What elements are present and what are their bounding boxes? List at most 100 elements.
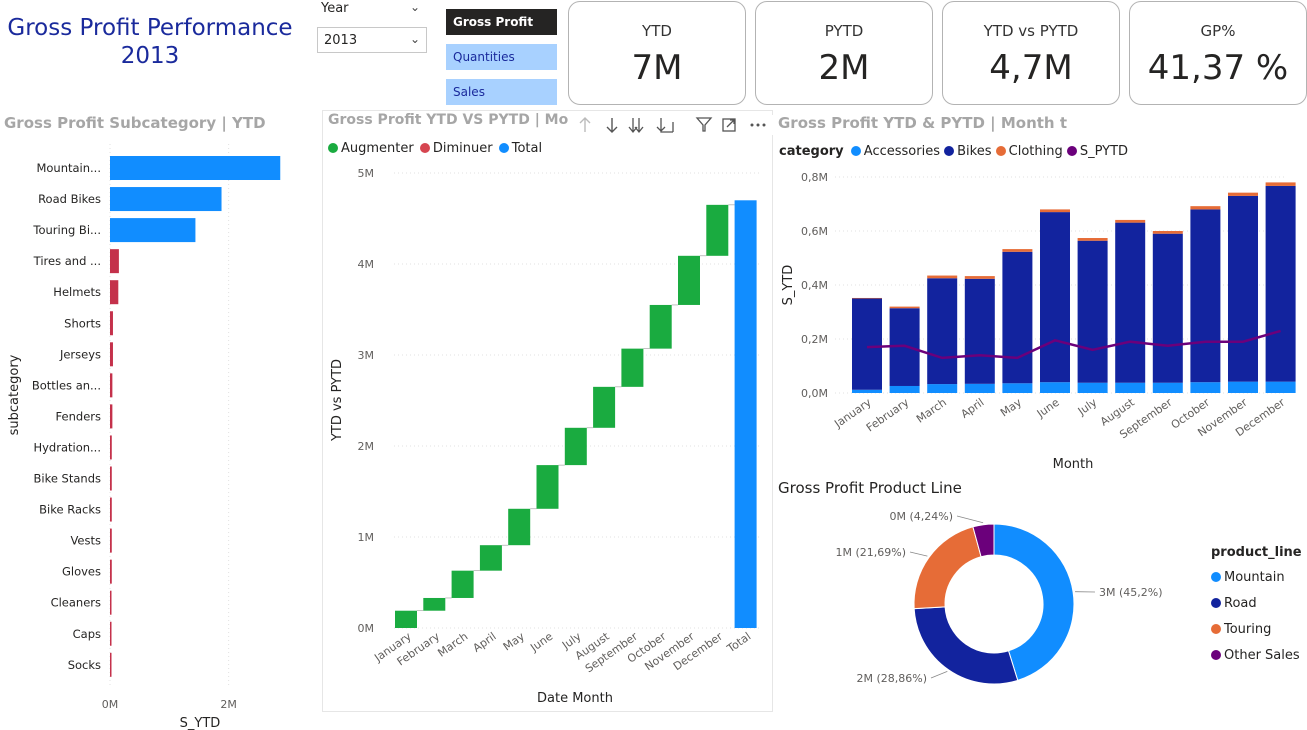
- stacked-segment[interactable]: [852, 389, 882, 393]
- stacked-segment[interactable]: [1228, 381, 1258, 393]
- bar[interactable]: [110, 528, 112, 553]
- legend-item-other-sales[interactable]: Other Sales: [1211, 643, 1302, 669]
- stacked-segment[interactable]: [1040, 209, 1070, 213]
- slicer-collapse-chevron-icon[interactable]: ⌄: [410, 0, 420, 14]
- stacked-segment[interactable]: [927, 278, 958, 385]
- category-label: Tires and ...: [33, 254, 101, 268]
- quantities-button[interactable]: Quantities: [446, 44, 557, 70]
- stacked-column-chart[interactable]: 0,0M0,2M0,4M0,6M0,8MJanuaryFebruary March…: [775, 160, 1307, 478]
- expand-hierarchy-icon[interactable]: [656, 118, 674, 133]
- focus-mode-icon[interactable]: [722, 118, 736, 132]
- filter-icon[interactable]: [695, 117, 713, 132]
- waterfall-bar[interactable]: [536, 465, 559, 509]
- legend-item-diminuer[interactable]: Diminuer: [419, 141, 493, 156]
- waterfall-bar[interactable]: [508, 508, 531, 546]
- donut-chart[interactable]: 3M (45,2%) 2M (28,86%) 1M (21,69%) 0M (4,24…: [775, 500, 1195, 720]
- stacked-segment[interactable]: [852, 298, 882, 390]
- bar[interactable]: [110, 249, 119, 274]
- stacked-segment[interactable]: [1228, 195, 1258, 382]
- stacked-segment[interactable]: [1190, 206, 1221, 210]
- legend-item-clothing[interactable]: Clothing: [995, 144, 1063, 159]
- legend-item-total[interactable]: Total: [498, 141, 542, 156]
- waterfall-chart[interactable]: 0M1M2M3M4M5MJanuaryFebruaryMarch April May…: [322, 160, 773, 710]
- stacked-segment[interactable]: [889, 385, 920, 393]
- stacked-segment[interactable]: [889, 306, 920, 309]
- bar[interactable]: [110, 404, 113, 429]
- stacked-segment[interactable]: [964, 276, 995, 279]
- stacked-segment[interactable]: [1265, 381, 1296, 393]
- bar[interactable]: [110, 156, 281, 180]
- year-slicer-dropdown[interactable]: 2013 ⌄: [317, 27, 427, 53]
- legend-item-bikes[interactable]: Bikes: [944, 144, 991, 159]
- waterfall-bar[interactable]: [621, 348, 644, 387]
- bar[interactable]: [110, 435, 112, 460]
- stacked-segment[interactable]: [852, 297, 882, 299]
- bar[interactable]: [110, 280, 119, 305]
- stacked-segment[interactable]: [1115, 382, 1146, 393]
- stacked-segment[interactable]: [1040, 382, 1070, 393]
- stacked-segment[interactable]: [1115, 222, 1146, 383]
- drill-up-icon[interactable]: [579, 117, 591, 132]
- more-options-icon[interactable]: [750, 123, 766, 127]
- waterfall-bar[interactable]: [451, 570, 474, 598]
- bar[interactable]: [110, 652, 112, 677]
- stacked-segment[interactable]: [1077, 238, 1108, 241]
- bar[interactable]: [110, 497, 112, 522]
- stacked-segment[interactable]: [1190, 209, 1221, 383]
- legend-item-accessories[interactable]: Accessories: [850, 144, 940, 159]
- legend-item-augmenter[interactable]: Augmenter: [328, 141, 414, 156]
- waterfall-bar[interactable]: [678, 255, 700, 305]
- stacked-segment[interactable]: [964, 278, 995, 384]
- stacked-segment[interactable]: [1265, 185, 1296, 382]
- waterfall-bar[interactable]: [564, 427, 587, 466]
- stacked-segment[interactable]: [927, 275, 958, 279]
- waterfall-bar[interactable]: [395, 610, 417, 628]
- legend-item-touring[interactable]: Touring: [1211, 617, 1302, 643]
- gross-profit-button[interactable]: Gross Profit: [446, 9, 557, 35]
- stacked-segment[interactable]: [1152, 233, 1183, 383]
- stacked-segment[interactable]: [1152, 382, 1183, 393]
- waterfall-bar[interactable]: [479, 545, 502, 571]
- bar[interactable]: [110, 590, 112, 615]
- stacked-segment[interactable]: [1077, 240, 1108, 383]
- waterfall-bar[interactable]: [649, 304, 672, 349]
- bar[interactable]: [110, 342, 113, 367]
- visual-header-toolbar: [694, 115, 774, 135]
- stacked-segment[interactable]: [927, 384, 958, 393]
- bar[interactable]: [110, 187, 222, 212]
- stacked-segment[interactable]: [1002, 249, 1033, 252]
- bar[interactable]: [110, 621, 112, 646]
- stacked-segment[interactable]: [1002, 383, 1033, 393]
- bar[interactable]: [110, 218, 196, 243]
- stacked-segment[interactable]: [1002, 251, 1033, 384]
- legend-item-mountain[interactable]: Mountain: [1211, 565, 1302, 591]
- subcategory-bar-chart[interactable]: 0M 2M Mountain... Road Bikes Touring Bi... Ti…: [0, 140, 320, 730]
- waterfall-total-bar[interactable]: [734, 200, 757, 629]
- stacked-segment[interactable]: [1152, 231, 1183, 234]
- bar[interactable]: [110, 466, 112, 491]
- waterfall-bar[interactable]: [706, 204, 729, 256]
- donut-slice[interactable]: [913, 526, 982, 610]
- stacked-segment[interactable]: [1228, 192, 1258, 196]
- stacked-segment[interactable]: [1040, 212, 1070, 383]
- legend-item-road[interactable]: Road: [1211, 591, 1302, 617]
- bar[interactable]: [110, 311, 113, 336]
- stacked-segment[interactable]: [1190, 382, 1221, 393]
- stacked-segment[interactable]: [1265, 182, 1296, 186]
- drill-down-icon[interactable]: [606, 118, 618, 133]
- donut-slice[interactable]: [913, 606, 1019, 685]
- x-tick-label: Total: [724, 630, 753, 656]
- waterfall-bar[interactable]: [593, 386, 616, 428]
- stacked-segment[interactable]: [964, 383, 995, 393]
- y-tick-label: 5M: [358, 167, 375, 180]
- expand-all-down-icon[interactable]: [628, 118, 644, 134]
- bar[interactable]: [110, 559, 112, 584]
- waterfall-bar[interactable]: [423, 597, 446, 611]
- sales-button[interactable]: Sales: [446, 79, 557, 105]
- stacked-segment[interactable]: [1115, 219, 1146, 223]
- legend-dot: [498, 143, 509, 153]
- legend-item-s-pytd[interactable]: S_PYTD: [1066, 144, 1128, 159]
- bar[interactable]: [110, 373, 113, 398]
- stacked-segment[interactable]: [1077, 382, 1108, 393]
- y-axis-title: subcategory: [7, 354, 22, 435]
